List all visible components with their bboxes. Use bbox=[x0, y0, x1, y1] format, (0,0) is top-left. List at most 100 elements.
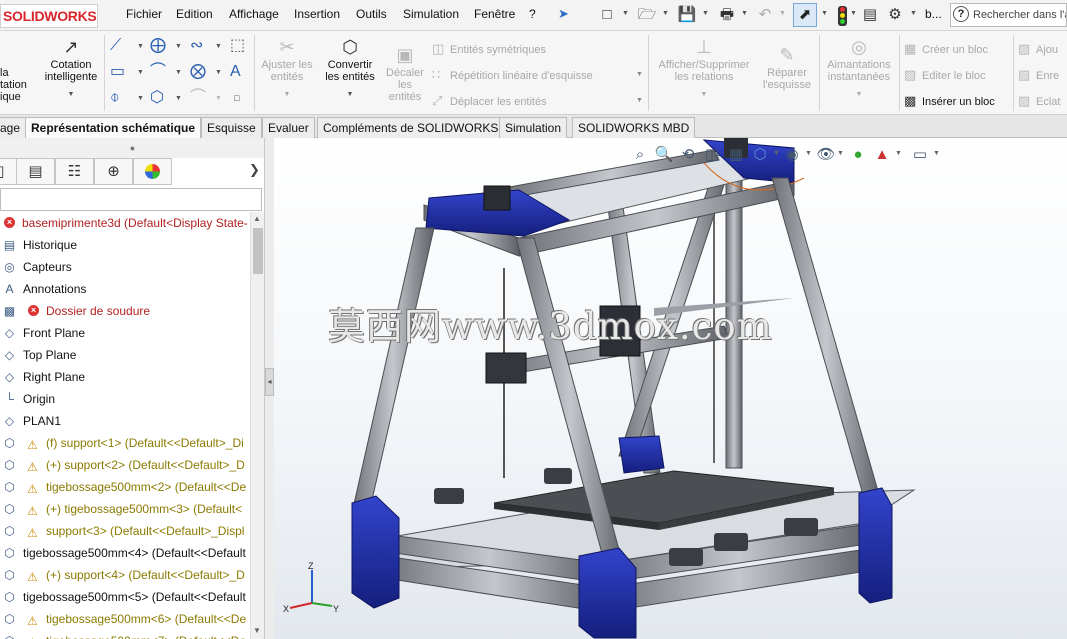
options-dropdown-icon[interactable]: ▼ bbox=[910, 10, 917, 17]
insert-block-button[interactable]: ▩ Insérer un bloc bbox=[904, 93, 995, 109]
search-help-icon[interactable]: ? bbox=[953, 6, 969, 22]
menu-outils[interactable]: Outils bbox=[356, 7, 387, 21]
new-document-icon[interactable]: □ bbox=[598, 5, 616, 25]
display-relations-button[interactable]: ⊥ Afficher/Supprimer les relations ▼ bbox=[652, 37, 756, 101]
section-view-icon[interactable]: ◫ bbox=[701, 145, 723, 165]
trim-entities-button[interactable]: ✂ Ajuster les entités ▼ bbox=[258, 37, 316, 101]
convert-entities-button[interactable]: ⬡ Convertir les entités ▼ bbox=[320, 37, 380, 101]
line-tool-icon[interactable]: ⟋ bbox=[110, 37, 121, 55]
snaps-dropdown-icon[interactable]: ▼ bbox=[822, 89, 896, 101]
tab-featuremanager-icon[interactable]: ◫ bbox=[0, 158, 17, 185]
tree-node[interactable]: ⬡ ⚠ (+) support<4> (Default<<Default>_D bbox=[0, 564, 250, 586]
tree-node[interactable]: ⬡ ⚠ (+) support<2> (Default<<Default>_D bbox=[0, 454, 250, 476]
print-icon[interactable]: 🖶 bbox=[716, 5, 738, 25]
text-tool-icon[interactable]: A bbox=[230, 63, 241, 81]
tree-scrollbar[interactable]: ▲ ▼ bbox=[250, 212, 264, 639]
ellipse-tool-icon[interactable]: ⨂ bbox=[190, 63, 206, 81]
tab-dimxpert-icon[interactable]: ⊕ bbox=[94, 158, 133, 185]
tab-configurationmanager-icon[interactable]: ☷ bbox=[55, 158, 94, 185]
save-dropdown-icon[interactable]: ▼ bbox=[702, 10, 709, 17]
tab-complements[interactable]: Compléments de SOLIDWORKS bbox=[317, 117, 505, 138]
scroll-down-icon[interactable]: ▼ bbox=[253, 626, 261, 635]
tab-propertymanager-icon[interactable]: ▤ bbox=[16, 158, 55, 185]
tree-node[interactable]: ▤ Historique bbox=[0, 234, 250, 256]
tree-node[interactable]: ⬡ tigebossage500mm<4> (Default<<Default bbox=[0, 542, 250, 564]
offset-entities-button[interactable]: ▣ Décaler les entités bbox=[383, 45, 427, 103]
tree-node[interactable]: └ Origin bbox=[0, 388, 250, 410]
fillet-dropdown-icon[interactable]: ▼ bbox=[215, 95, 222, 102]
tree-node[interactable]: ◎ Capteurs bbox=[0, 256, 250, 278]
tree-filter-input[interactable] bbox=[0, 188, 262, 211]
menu-help[interactable]: ? bbox=[529, 7, 536, 21]
hide-show-dropdown-icon[interactable]: ▼ bbox=[837, 150, 844, 157]
undo-dropdown-icon[interactable]: ▼ bbox=[779, 10, 786, 17]
panel-collapse-handle[interactable]: ◂ bbox=[265, 368, 274, 396]
linear-pattern-button[interactable]: ∷ Répétition linéaire d'esquisse bbox=[432, 67, 593, 83]
tab-partial-left[interactable]: age bbox=[0, 117, 27, 138]
menu-simulation[interactable]: Simulation bbox=[403, 7, 459, 21]
tree-node[interactable]: ⬡ ⚠ tigebossage500mm<6> (Default<<De bbox=[0, 608, 250, 630]
display-style-dropdown-icon[interactable]: ▼ bbox=[805, 150, 812, 157]
arc-tool-icon[interactable]: ⌒ bbox=[150, 63, 166, 81]
dynamic-annotation-icon[interactable]: ▦ bbox=[725, 145, 747, 165]
smart-dimension-button[interactable]: ↗ Cotation intelligente ▼ bbox=[38, 37, 104, 101]
apply-scene-icon[interactable]: ▲ bbox=[871, 145, 893, 165]
rebuild-dropdown-icon[interactable]: ▼ bbox=[850, 10, 857, 17]
open-folder-icon[interactable]: 🗁 bbox=[636, 5, 658, 25]
view-settings-icon[interactable]: ▭ bbox=[909, 145, 931, 165]
circle-dropdown-icon[interactable]: ▼ bbox=[175, 43, 182, 50]
tree-node[interactable]: ⬡ tigebossage500mm<5> (Default<<Default bbox=[0, 586, 250, 608]
3d-printer-model[interactable] bbox=[274, 138, 1067, 639]
tab-evaluer[interactable]: Evaluer bbox=[262, 117, 315, 138]
convert-dropdown-icon[interactable]: ▼ bbox=[320, 89, 380, 101]
edit-appearance-icon[interactable]: ● bbox=[847, 145, 869, 165]
explode-block-button[interactable]: ▨ Eclat bbox=[1018, 93, 1060, 109]
scroll-thumb[interactable] bbox=[253, 228, 263, 274]
tree-node[interactable]: A Annotations bbox=[0, 278, 250, 300]
quick-snaps-button[interactable]: ◎ Aimantations instantanées ▼ bbox=[822, 37, 896, 101]
tab-representation-schematique[interactable]: Représentation schématique bbox=[25, 117, 202, 139]
pin-menu-icon[interactable]: ➤ bbox=[558, 6, 569, 22]
tree-node[interactable]: ⬡ ⚠ tigebossage500mm<7> (Default<<De bbox=[0, 630, 250, 639]
tab-solidworks-mbd[interactable]: SOLIDWORKS MBD bbox=[572, 117, 696, 138]
tab-simulation[interactable]: Simulation bbox=[499, 117, 568, 138]
view-orientation-dropdown-icon[interactable]: ▼ bbox=[773, 150, 780, 157]
tree-node[interactable]: × basemiprimente3d (Default<Display State… bbox=[0, 212, 250, 234]
move-entities-button[interactable]: ⤢ Déplacer les entités bbox=[432, 93, 547, 109]
arc-dropdown-icon[interactable]: ▼ bbox=[175, 69, 182, 76]
tree-node[interactable]: ⬡ ⚠ tigebossage500mm<2> (Default<<De bbox=[0, 476, 250, 498]
polygon-dropdown-icon[interactable]: ▼ bbox=[175, 95, 182, 102]
fillet-arc-icon[interactable]: ⌒ bbox=[190, 89, 206, 107]
slot-tool-icon[interactable]: ⌽ bbox=[110, 89, 120, 107]
view-orientation-icon[interactable]: ⬡ bbox=[749, 145, 771, 165]
sketch-fillet-icon[interactable]: ⬚ bbox=[230, 37, 245, 55]
previous-view-icon[interactable]: ⟲ bbox=[677, 145, 699, 165]
tree-node[interactable]: ▩ × Dossier de soudure bbox=[0, 300, 250, 322]
add-block-button[interactable]: ▨ Ajou bbox=[1018, 41, 1058, 57]
partial-left-button[interactable]: la tation ique bbox=[0, 67, 32, 103]
rebuild-traffic-light-icon[interactable] bbox=[838, 6, 847, 26]
rectangle-dropdown-icon[interactable]: ▼ bbox=[137, 69, 144, 76]
tab-displaymanager-icon[interactable] bbox=[133, 158, 172, 185]
panel-grip-handle[interactable]: ● bbox=[0, 138, 264, 158]
menu-fichier[interactable]: Fichier bbox=[126, 7, 162, 21]
polygon-tool-icon[interactable]: ⬡ bbox=[150, 89, 164, 107]
tree-node[interactable]: ⬡ ⚠ (+) tigebossage500mm<3> (Default< bbox=[0, 498, 250, 520]
print-dropdown-icon[interactable]: ▼ bbox=[741, 10, 748, 17]
menu-fenetre[interactable]: Fenêtre bbox=[474, 7, 515, 21]
tree-node[interactable]: ◇ Front Plane bbox=[0, 322, 250, 344]
file-properties-icon[interactable]: ▤ bbox=[860, 5, 880, 25]
edit-block-button[interactable]: ▧ Editer le bloc bbox=[904, 67, 986, 83]
menu-insertion[interactable]: Insertion bbox=[294, 7, 340, 21]
move-dropdown-icon[interactable]: ▼ bbox=[636, 97, 643, 104]
display-style-icon[interactable]: ◉ bbox=[781, 145, 803, 165]
repair-sketch-button[interactable]: ✎ Réparer l'esquisse bbox=[758, 45, 816, 91]
trim-dropdown-icon[interactable]: ▼ bbox=[258, 89, 316, 101]
menu-edition[interactable]: Edition bbox=[176, 7, 213, 21]
graphics-area[interactable]: ⌕ 🔍 ⟲ ◫ ▦ ⬡ ▼ ◉ ▼ 👁 ▼ ● ▲ ▼ ▭ ▼ 莫西网www.3… bbox=[274, 138, 1067, 639]
line-dropdown-icon[interactable]: ▼ bbox=[137, 43, 144, 50]
spline-tool-icon[interactable]: ∾ bbox=[190, 37, 203, 55]
circle-tool-icon[interactable]: ⨁ bbox=[150, 37, 166, 55]
point-tool-icon[interactable]: □ bbox=[234, 89, 239, 107]
tree-node[interactable]: ◇ Right Plane bbox=[0, 366, 250, 388]
